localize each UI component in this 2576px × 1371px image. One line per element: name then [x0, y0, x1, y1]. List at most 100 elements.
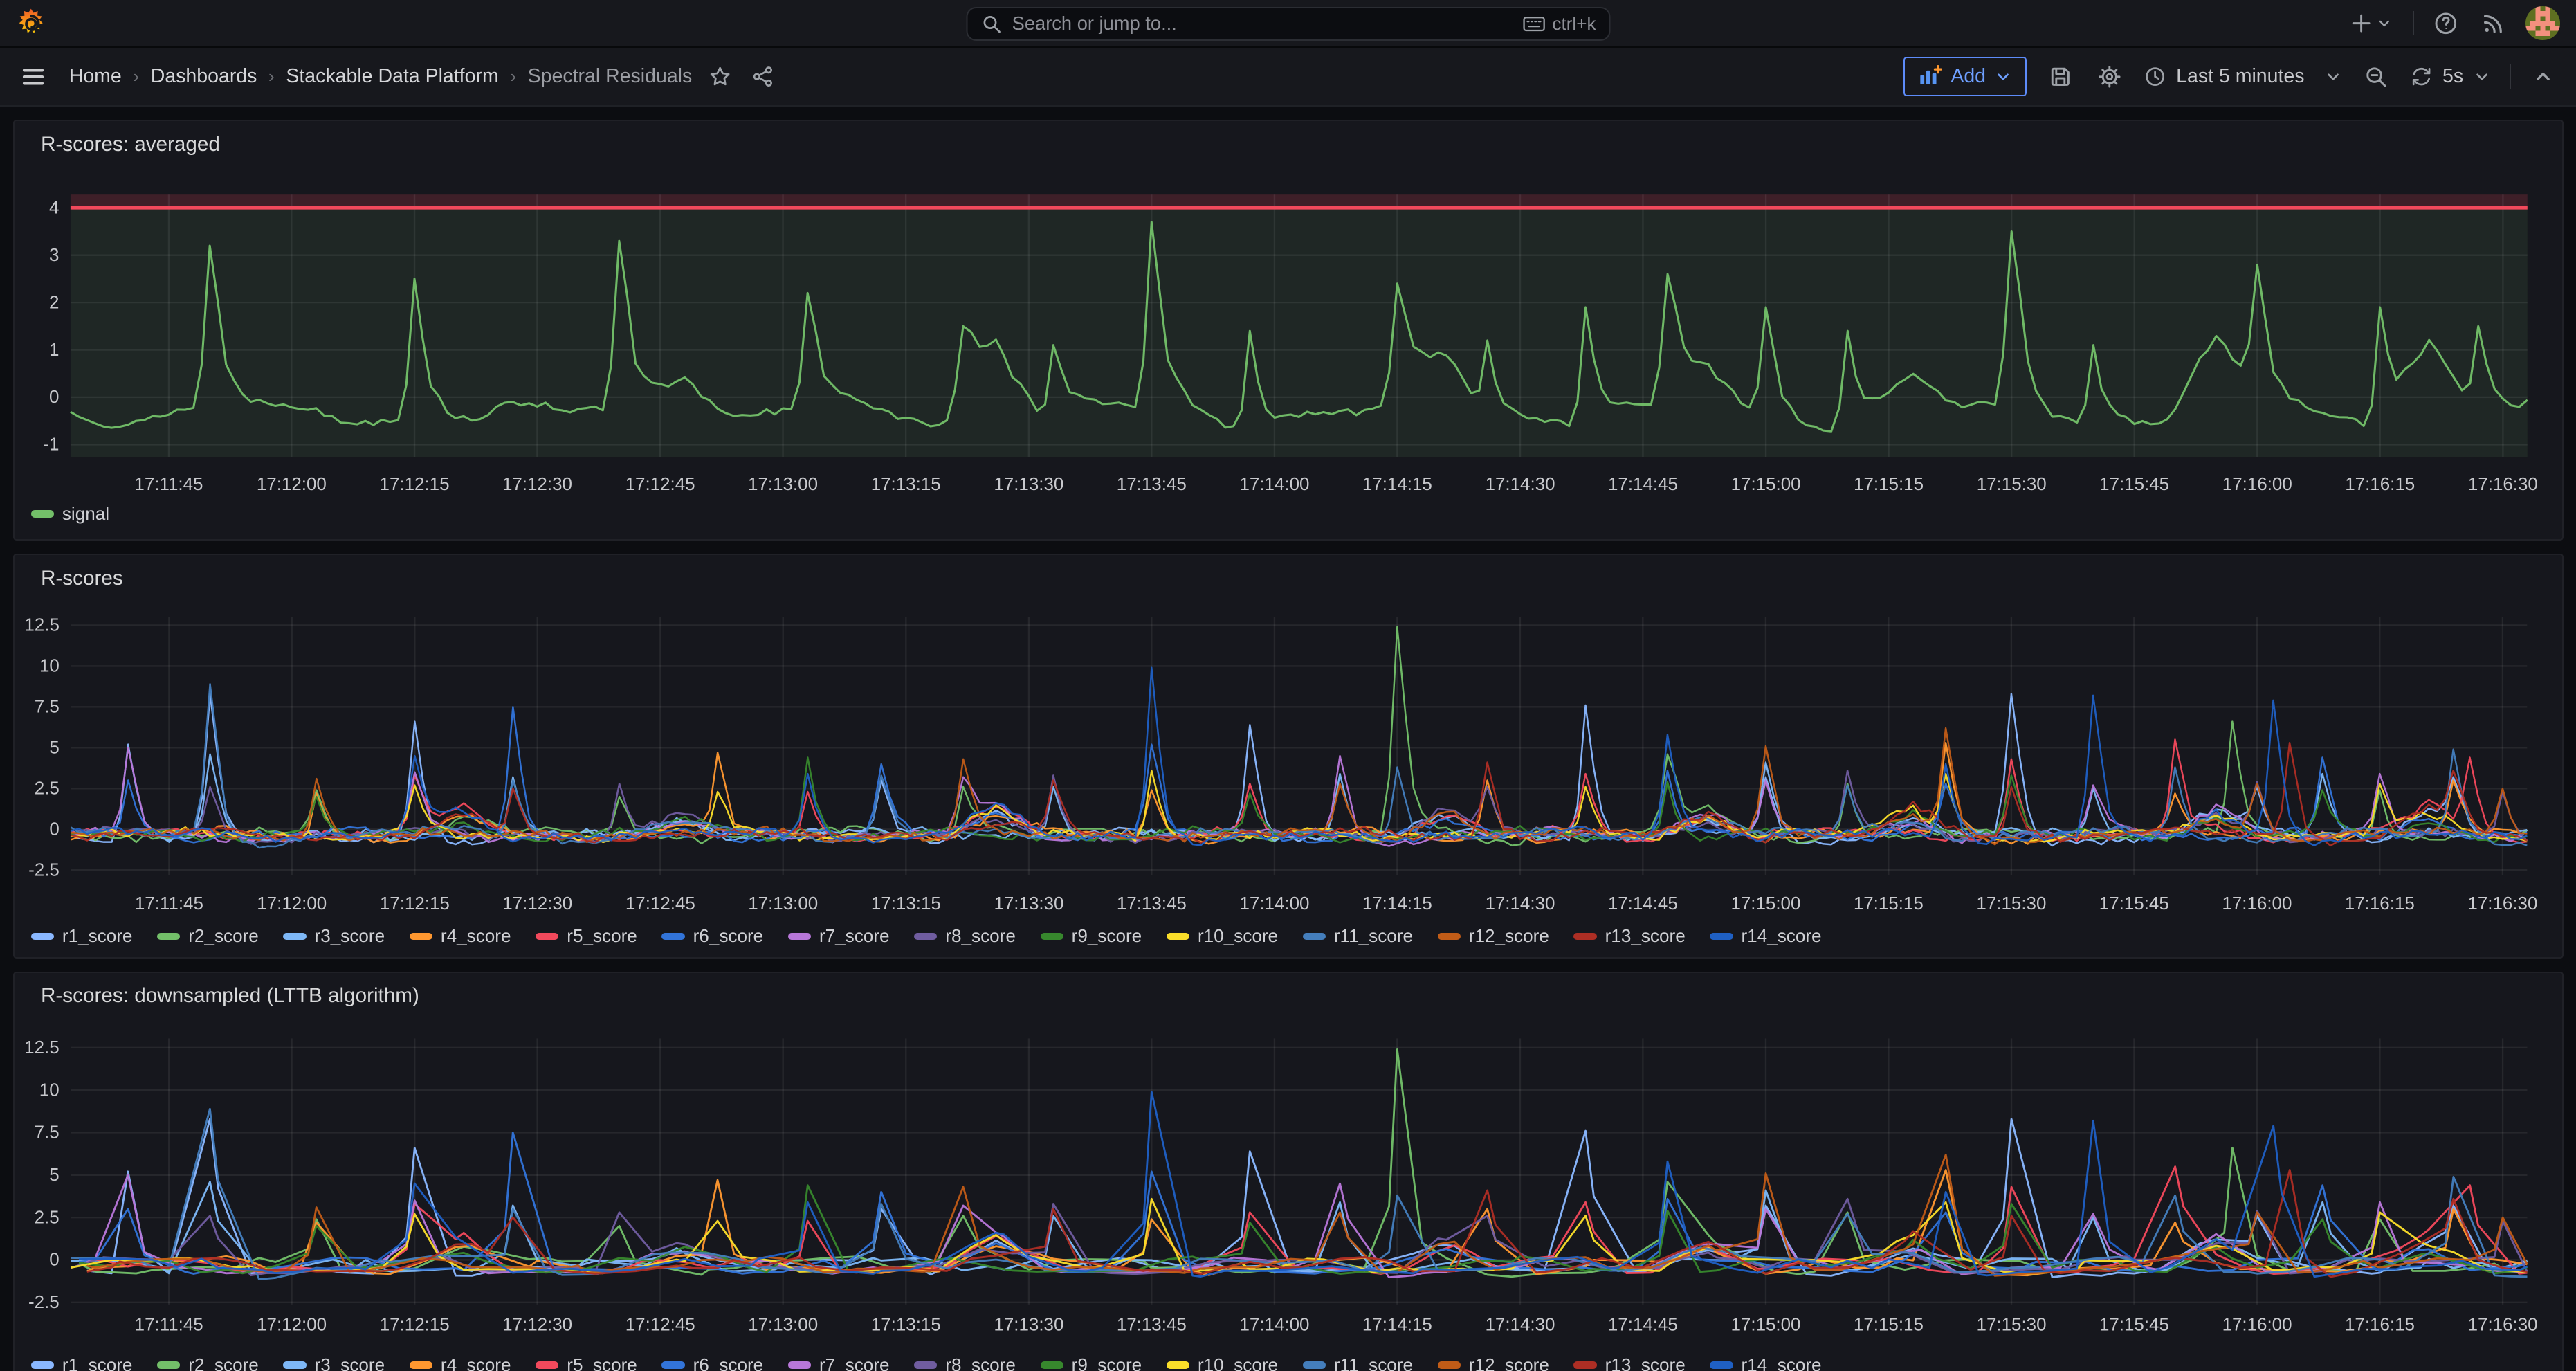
breadcrumb-folder[interactable]: Stackable Data Platform [286, 65, 498, 88]
legend-label: r7_score [819, 1354, 890, 1371]
legend-item[interactable]: r5_score [536, 925, 637, 947]
legend-label: r1_score [62, 925, 133, 947]
collapse-toolbar-button[interactable] [2529, 62, 2557, 90]
legend-swatch [1438, 933, 1461, 941]
legend-swatch [410, 933, 432, 941]
news-button[interactable] [2478, 8, 2510, 39]
legend-label: r14_score [1741, 925, 1821, 947]
svg-text:3: 3 [49, 246, 59, 265]
svg-text:17:16:15: 17:16:15 [2345, 1315, 2415, 1334]
legend-item[interactable]: r1_score [31, 1354, 133, 1371]
svg-text:17:16:15: 17:16:15 [2345, 475, 2415, 495]
legend-label: r8_score [945, 1354, 1016, 1371]
chevron-down-icon [2473, 68, 2491, 86]
svg-text:17:13:30: 17:13:30 [994, 894, 1063, 914]
svg-text:17:12:45: 17:12:45 [625, 1315, 695, 1334]
time-series-chart[interactable]: 43210-117:11:4517:12:0017:12:1517:12:301… [15, 121, 2562, 539]
dashboard-settings-button[interactable] [2094, 61, 2125, 92]
breadcrumb-home[interactable]: Home [69, 65, 122, 88]
legend-item[interactable]: r4_score [410, 925, 511, 947]
favorite-star-button[interactable] [705, 62, 735, 91]
legend-item[interactable]: r13_score [1573, 925, 1685, 947]
svg-text:17:12:30: 17:12:30 [502, 475, 572, 495]
legend-item[interactable]: r10_score [1167, 925, 1278, 947]
svg-text:17:14:45: 17:14:45 [1608, 894, 1678, 914]
legend-item[interactable]: r10_score [1167, 1354, 1278, 1371]
legend-item[interactable]: r8_score [914, 1354, 1016, 1371]
legend-item[interactable]: r2_score [157, 925, 259, 947]
svg-text:17:16:00: 17:16:00 [2222, 1315, 2292, 1334]
grafana-logo-icon[interactable] [15, 6, 48, 41]
legend-item[interactable]: r12_score [1438, 1354, 1549, 1371]
legend-item[interactable]: r14_score [1710, 925, 1821, 947]
legend-item[interactable]: r6_score [661, 1354, 763, 1371]
svg-text:17:13:00: 17:13:00 [748, 1315, 818, 1334]
legend-swatch [1303, 933, 1326, 941]
time-range-picker[interactable]: Last 5 minutes [2144, 65, 2342, 88]
add-button-label: Add [1951, 65, 1986, 88]
legend-item[interactable]: r11_score [1303, 1354, 1413, 1371]
time-series-chart[interactable]: 12.5107.552.50-2.517:11:4517:12:0017:12:… [15, 555, 2562, 956]
legend-label: signal [62, 503, 109, 525]
legend-item[interactable]: r1_score [31, 925, 133, 947]
legend-item[interactable]: r9_score [1041, 925, 1142, 947]
svg-text:17:15:00: 17:15:00 [1731, 1315, 1801, 1334]
svg-text:17:15:15: 17:15:15 [1854, 475, 1924, 495]
mega-menu-toggle[interactable] [17, 60, 50, 93]
user-avatar[interactable] [2525, 6, 2560, 41]
legend-item[interactable]: r7_score [788, 925, 890, 947]
panel-title[interactable]: R-scores: downsampled (LTTB algorithm) [41, 984, 419, 1008]
svg-text:17:16:30: 17:16:30 [2468, 1315, 2538, 1334]
svg-text:17:14:30: 17:14:30 [1486, 475, 1555, 495]
legend-item[interactable]: r12_score [1438, 925, 1549, 947]
svg-text:-1: -1 [43, 435, 59, 455]
search-input[interactable] [1012, 12, 1513, 35]
svg-text:0: 0 [49, 820, 59, 839]
panel-title[interactable]: R-scores [41, 567, 123, 590]
share-button[interactable] [748, 62, 778, 91]
legend-item[interactable]: r11_score [1303, 925, 1413, 947]
legend-swatch [536, 933, 558, 941]
legend-item[interactable]: r8_score [914, 925, 1016, 947]
legend-item[interactable]: r13_score [1573, 1354, 1685, 1371]
legend-swatch [31, 510, 54, 518]
legend-item[interactable]: r2_score [157, 1354, 259, 1371]
svg-text:5: 5 [49, 1165, 59, 1185]
svg-text:-2.5: -2.5 [28, 861, 60, 880]
legend-item[interactable]: r3_score [283, 1354, 385, 1371]
svg-text:17:12:15: 17:12:15 [380, 894, 450, 914]
legend-item[interactable]: r6_score [661, 925, 763, 947]
legend-swatch [1167, 933, 1189, 941]
legend-item[interactable]: signal [31, 503, 109, 525]
zoom-out-time-button[interactable] [2360, 61, 2391, 92]
legend-label: r1_score [62, 1354, 133, 1371]
svg-text:17:11:45: 17:11:45 [134, 475, 203, 495]
legend-label: r6_score [693, 925, 764, 947]
legend-item[interactable]: r4_score [410, 1354, 511, 1371]
svg-text:17:12:30: 17:12:30 [502, 894, 572, 914]
legend-item[interactable]: r5_score [536, 1354, 637, 1371]
save-dashboard-button[interactable] [2045, 61, 2076, 92]
new-item-button[interactable] [2347, 8, 2396, 38]
svg-text:5: 5 [49, 738, 59, 758]
top-nav-bar: ctrl+k [0, 0, 2576, 48]
breadcrumb-dashboards[interactable]: Dashboards [151, 65, 257, 88]
legend-item[interactable]: r9_score [1041, 1354, 1142, 1371]
help-button[interactable] [2431, 8, 2462, 39]
legend-item[interactable]: r7_score [788, 1354, 890, 1371]
refresh-button[interactable]: 5s [2410, 65, 2492, 88]
svg-text:17:11:45: 17:11:45 [135, 1315, 203, 1334]
legend-item[interactable]: r14_score [1710, 1354, 1821, 1371]
legend-label: r4_score [441, 925, 511, 947]
svg-text:17:13:00: 17:13:00 [748, 894, 818, 914]
chart-legend: r1_score r2_score r3_score r4_score r5_score… [31, 1354, 1822, 1371]
legend-label: r2_score [188, 1354, 259, 1371]
panel-title[interactable]: R-scores: averaged [41, 133, 220, 156]
svg-text:2.5: 2.5 [35, 779, 60, 799]
global-search[interactable]: ctrl+k [967, 7, 1611, 42]
legend-item[interactable]: r3_score [283, 925, 385, 947]
legend-label: r5_score [567, 1354, 637, 1371]
add-panel-button[interactable]: Add [1903, 57, 2027, 96]
legend-label: r5_score [567, 925, 637, 947]
time-series-chart[interactable]: 12.5107.552.50-2.517:11:4517:12:0017:12:… [15, 973, 2562, 1371]
